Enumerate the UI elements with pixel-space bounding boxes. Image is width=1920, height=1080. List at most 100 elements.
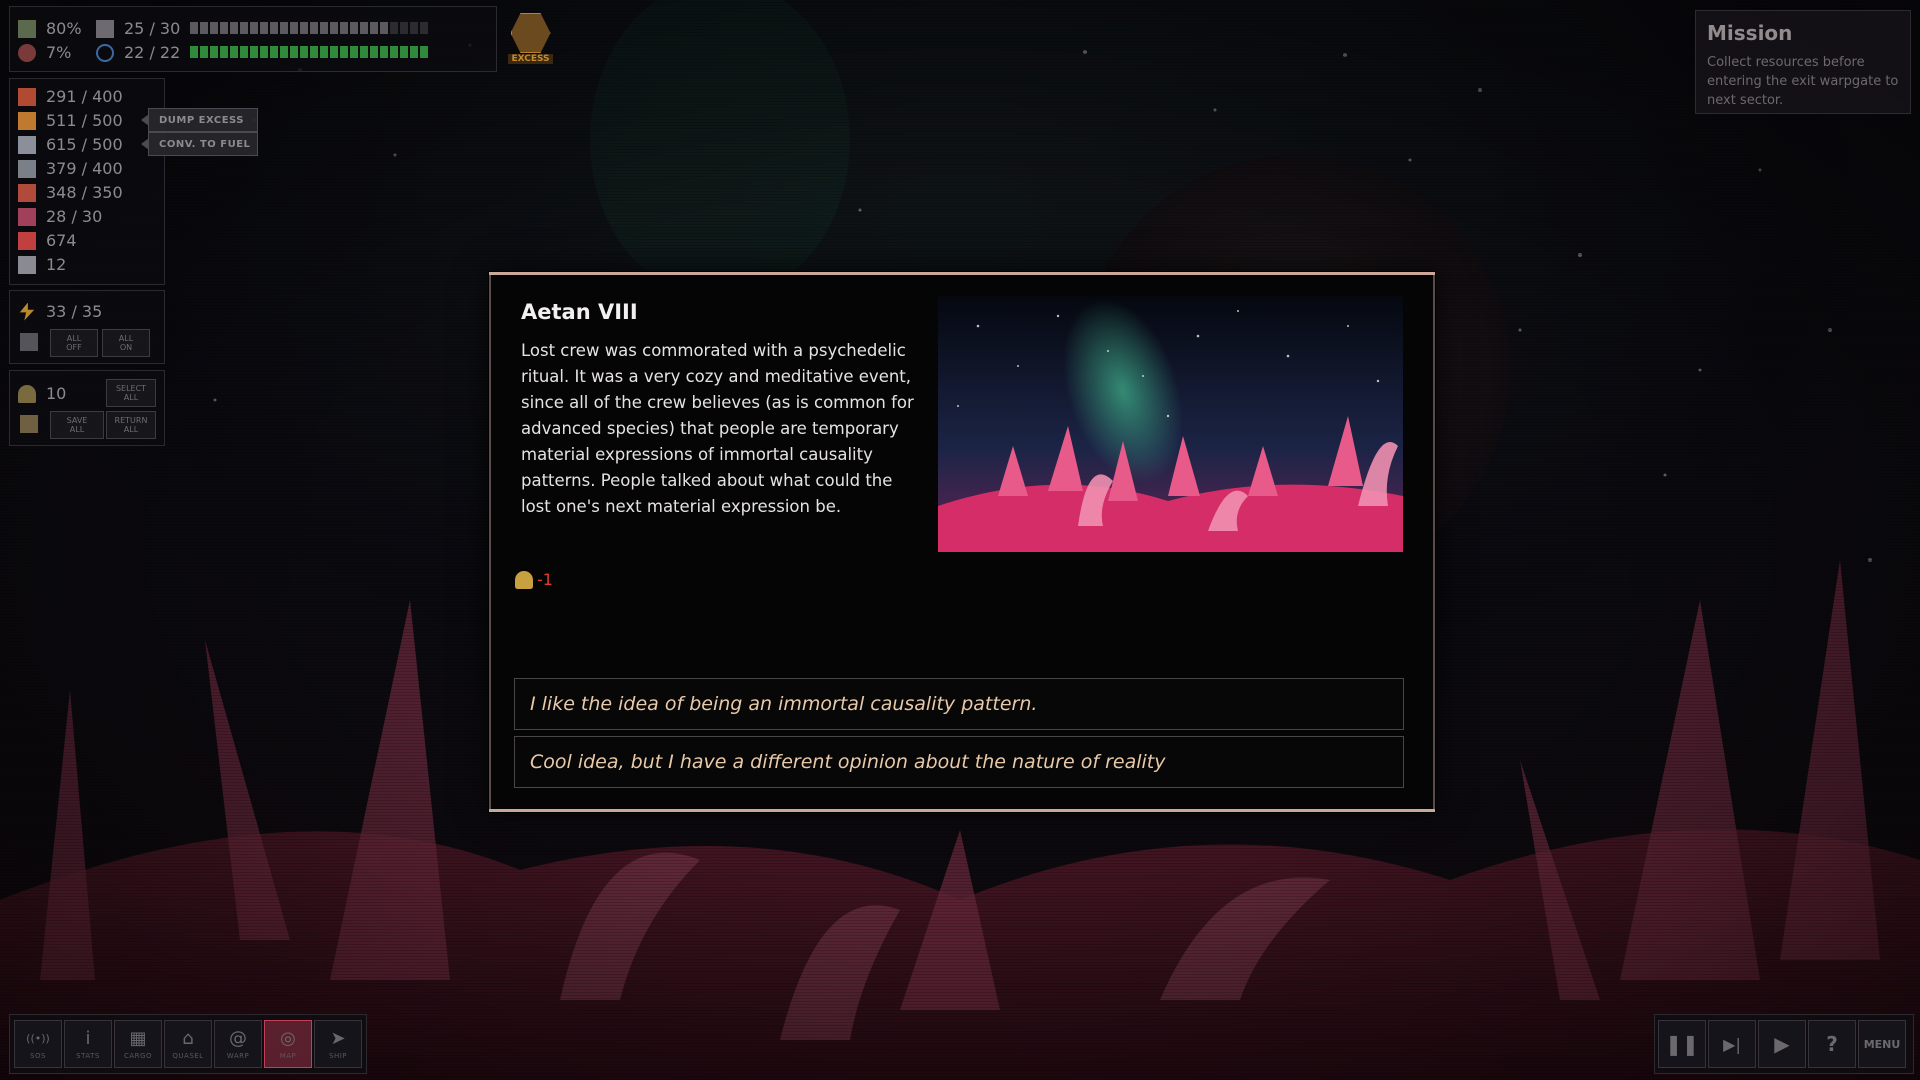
bar-segment [350,46,358,58]
bar-segment [330,22,338,34]
bar-segment [390,46,398,58]
bar-segment [330,46,338,58]
resource-row: 674 [18,231,77,250]
toolbar-label: CARGO [124,1051,152,1060]
resource-value: 28 / 30 [46,207,103,226]
resource-row: 379 / 400 [18,159,123,178]
bar-segment [360,46,368,58]
resource-value: 674 [46,231,77,250]
excess-label: EXCESS [508,54,553,64]
hull-icon [18,19,36,38]
convert-to-fuel-button[interactable]: CONV. TO FUEL [141,132,258,156]
ammo-icon [18,183,36,202]
bar-segment [310,46,318,58]
choice-option-1[interactable]: I like the idea of being an immortal cau… [514,678,1404,730]
bar-segment [290,46,298,58]
fuel-icon [18,111,36,130]
bar-segment [380,46,388,58]
bar-segment [220,22,228,34]
crew-loss-effect: -1 [515,570,553,589]
toolbar-button-cargo[interactable]: ▦ CARGO [114,1020,162,1068]
energy-capacity-bar [190,46,428,58]
crew-member-icon [515,570,533,589]
resource-row: 12 [18,255,66,274]
mission-title: Mission [1707,21,1793,45]
mission-panel: Mission Collect resources before enterin… [1695,10,1911,114]
toolbar-button-quasel[interactable]: ⌂ QUASEL [164,1020,212,1068]
menu-button[interactable]: MENU [1858,1020,1906,1068]
resource-value: 511 / 500 [46,111,123,130]
resource-value: 291 / 400 [46,87,123,106]
bar-segment [230,46,238,58]
choice-option-2[interactable]: Cool idea, but I have a different opinio… [514,736,1404,788]
crew-panel: 10 SELECT ALL SAVE ALL RETURN ALL [9,370,165,446]
research-icon [18,255,36,274]
map-icon: ◎ [280,1027,296,1049]
bar-segment [370,46,378,58]
bar-segment [290,22,298,34]
bar-segment [210,46,218,58]
warp-icon: @ [229,1027,247,1049]
dump-excess-button[interactable]: DUMP EXCESS [141,108,258,132]
bar-segment [300,46,308,58]
power-value: 33 / 35 [46,302,103,321]
bar-segment [340,46,348,58]
lightning-icon [19,302,35,321]
resource-value: 12 [46,255,67,274]
bar-segment [380,22,388,34]
mission-text: Collect resources before entering the ex… [1707,55,1899,108]
bar-segment [360,22,368,34]
crew-capacity-value: 25 / 30 [124,19,181,38]
bar-segment [200,22,208,34]
bar-segment [400,22,408,34]
sos-icon: ((•)) [26,1031,50,1045]
excess-hexagon-icon [510,13,551,53]
toolbar-button-stats[interactable]: i STATS [64,1020,112,1068]
metal-icon [18,135,36,154]
bar-segment [410,22,418,34]
help-button[interactable]: ? [1808,1020,1856,1068]
toolbar-label: WARP [226,1051,250,1060]
resource-row: 28 / 30 [18,207,102,226]
bar-segment [190,46,198,58]
pause-button[interactable]: ❚❚ [1658,1020,1706,1068]
bar-segment [390,22,398,34]
toolbar-button-sos[interactable]: ((•)) SOS [14,1020,62,1068]
bar-segment [320,46,328,58]
toolbar-label: SHIP [329,1051,347,1060]
food-icon [18,87,36,106]
toolbar-button-warp[interactable]: @ WARP [214,1020,262,1068]
crew-capacity-bar [190,22,428,34]
bar-segment [220,46,228,58]
step-button[interactable]: ▶| [1708,1020,1756,1068]
power-status: 33 / 35 [18,302,102,321]
bar-segment [350,22,358,34]
bar-segment [340,22,348,34]
aurora-forest-image [938,296,1403,552]
select-all-button[interactable]: SELECT ALL [106,379,156,407]
all-on-button[interactable]: ALL ON [102,329,150,357]
crew-icon [18,384,36,403]
bar-segment [250,46,258,58]
bar-segment [420,22,428,34]
play-button[interactable]: ▶ [1758,1020,1806,1068]
crew-loss-value: -1 [537,570,553,589]
excess-badge[interactable]: EXCESS [508,13,553,65]
all-off-button[interactable]: ALL OFF [50,329,98,357]
bar-segment [280,22,288,34]
toolbar-button-map[interactable]: ◎ MAP [264,1020,312,1068]
crew-capacity-icon [96,19,114,38]
event-title: Aetan VIII [521,300,638,324]
crystals-icon [18,159,36,178]
event-illustration [938,296,1403,552]
bar-segment [240,22,248,34]
crew-count: 10 [18,384,66,403]
bar-segment [410,46,418,58]
ship-status-panel: 80% 7% 25 / 30 22 / 22 [9,6,497,72]
energy-capacity: 22 / 22 [96,43,180,62]
ship-icon: ➤ [330,1027,346,1049]
toolbar-button-ship[interactable]: ➤ SHIP [314,1020,362,1068]
resource-value: 615 / 500 [46,135,123,154]
save-all-button[interactable]: SAVE ALL [50,411,104,439]
return-all-button[interactable]: RETURN ALL [106,411,156,439]
